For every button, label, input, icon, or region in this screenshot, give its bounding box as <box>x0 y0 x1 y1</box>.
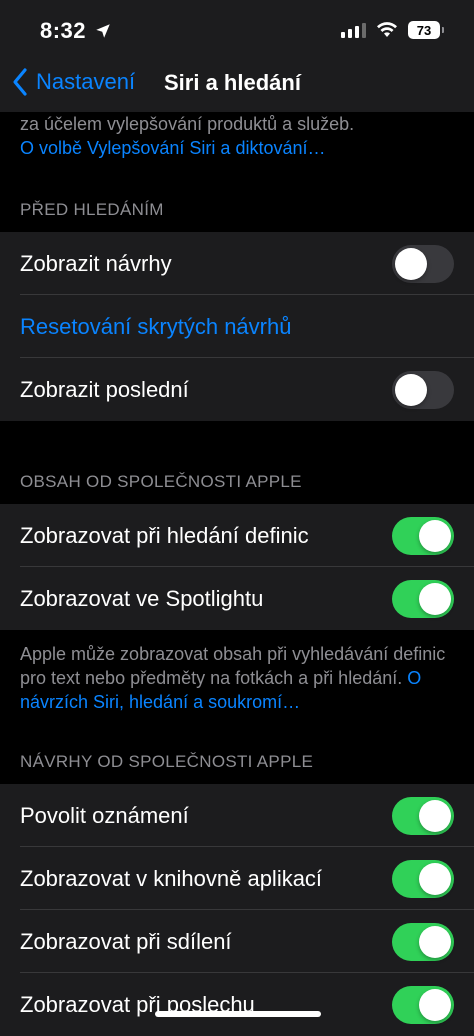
apple-content-footer: Apple může zobrazovat obsah při vyhledáv… <box>20 642 460 714</box>
chevron-left-icon <box>13 68 27 96</box>
cellular-signal-icon <box>341 22 366 38</box>
allow-notifications-toggle[interactable] <box>392 796 454 835</box>
row-label: Zobrazit návrhy <box>20 250 172 276</box>
row-label: Zobrazit poslední <box>20 376 189 402</box>
top-note-text: za účelem vylepšování produktů a služeb. <box>20 114 355 134</box>
row-label: Zobrazovat v knihovně aplikací <box>20 865 323 891</box>
reset-hidden-suggestions-button[interactable]: Resetování skrytých návrhů <box>20 314 291 340</box>
row-reset-hidden-suggestions[interactable]: Resetování skrytých návrhů <box>0 295 474 358</box>
row-show-suggestions[interactable]: Zobrazit návrhy <box>0 232 474 295</box>
row-allow-notifications[interactable]: Povolit oznámení <box>0 784 474 847</box>
row-show-when-listening[interactable]: Zobrazovat při poslechu <box>0 973 474 1036</box>
section-header-apple-suggestions: NÁVRHY OD SPOLEČNOSTI APPLE <box>20 752 314 771</box>
status-bar: 8:32 73 <box>0 0 474 62</box>
group-apple-suggestions: Povolit oznámení Zobrazovat v knihovně a… <box>0 784 474 1036</box>
row-show-in-spotlight[interactable]: Zobrazovat ve Spotlightu <box>0 567 474 630</box>
show-suggestions-toggle[interactable] <box>392 244 454 283</box>
top-note: za účelem vylepšování produktů a služeb.… <box>20 112 460 160</box>
row-label: Zobrazovat při hledání definic <box>20 522 309 548</box>
footer-text: Apple může zobrazovat obsah při vyhledáv… <box>20 644 446 688</box>
group-apple-content: Zobrazovat při hledání definic Zobrazova… <box>0 504 474 630</box>
row-show-recents[interactable]: Zobrazit poslední <box>0 358 474 421</box>
location-arrow-icon <box>96 24 110 38</box>
navigation-bar: Nastavení Siri a hledání <box>0 62 474 112</box>
show-recents-toggle[interactable] <box>392 370 454 409</box>
show-when-listening-toggle[interactable] <box>392 985 454 1024</box>
show-in-app-library-toggle[interactable] <box>392 859 454 898</box>
battery-icon: 73 <box>408 21 444 39</box>
show-when-sharing-toggle[interactable] <box>392 922 454 961</box>
section-header-apple-content: OBSAH OD SPOLEČNOSTI APPLE <box>20 472 302 491</box>
back-label: Nastavení <box>36 69 136 94</box>
status-time: 8:32 <box>40 18 87 43</box>
show-in-spotlight-toggle[interactable] <box>392 579 454 618</box>
home-indicator[interactable] <box>155 1011 321 1017</box>
section-header-before-search: PŘED HLEDÁNÍM <box>20 200 164 219</box>
row-show-when-sharing[interactable]: Zobrazovat při sdílení <box>0 910 474 973</box>
back-button[interactable]: Nastavení <box>10 66 135 98</box>
show-in-look-up-toggle[interactable] <box>392 516 454 555</box>
row-show-in-app-library[interactable]: Zobrazovat v knihovně aplikací <box>0 847 474 910</box>
group-before-search: Zobrazit návrhy Resetování skrytých návr… <box>0 232 474 421</box>
row-label: Zobrazovat při sdílení <box>20 928 232 954</box>
wifi-icon <box>377 22 397 37</box>
improve-siri-link[interactable]: O volbě Vylepšování Siri a diktování… <box>20 136 460 160</box>
page-title: Siri a hledání <box>164 70 301 95</box>
row-label: Povolit oznámení <box>20 802 189 828</box>
settings-list[interactable]: za účelem vylepšování produktů a služeb.… <box>0 112 474 1036</box>
row-label: Zobrazovat ve Spotlightu <box>20 585 264 611</box>
status-indicators: 73 <box>341 21 444 39</box>
row-show-in-look-up[interactable]: Zobrazovat při hledání definic <box>0 504 474 567</box>
